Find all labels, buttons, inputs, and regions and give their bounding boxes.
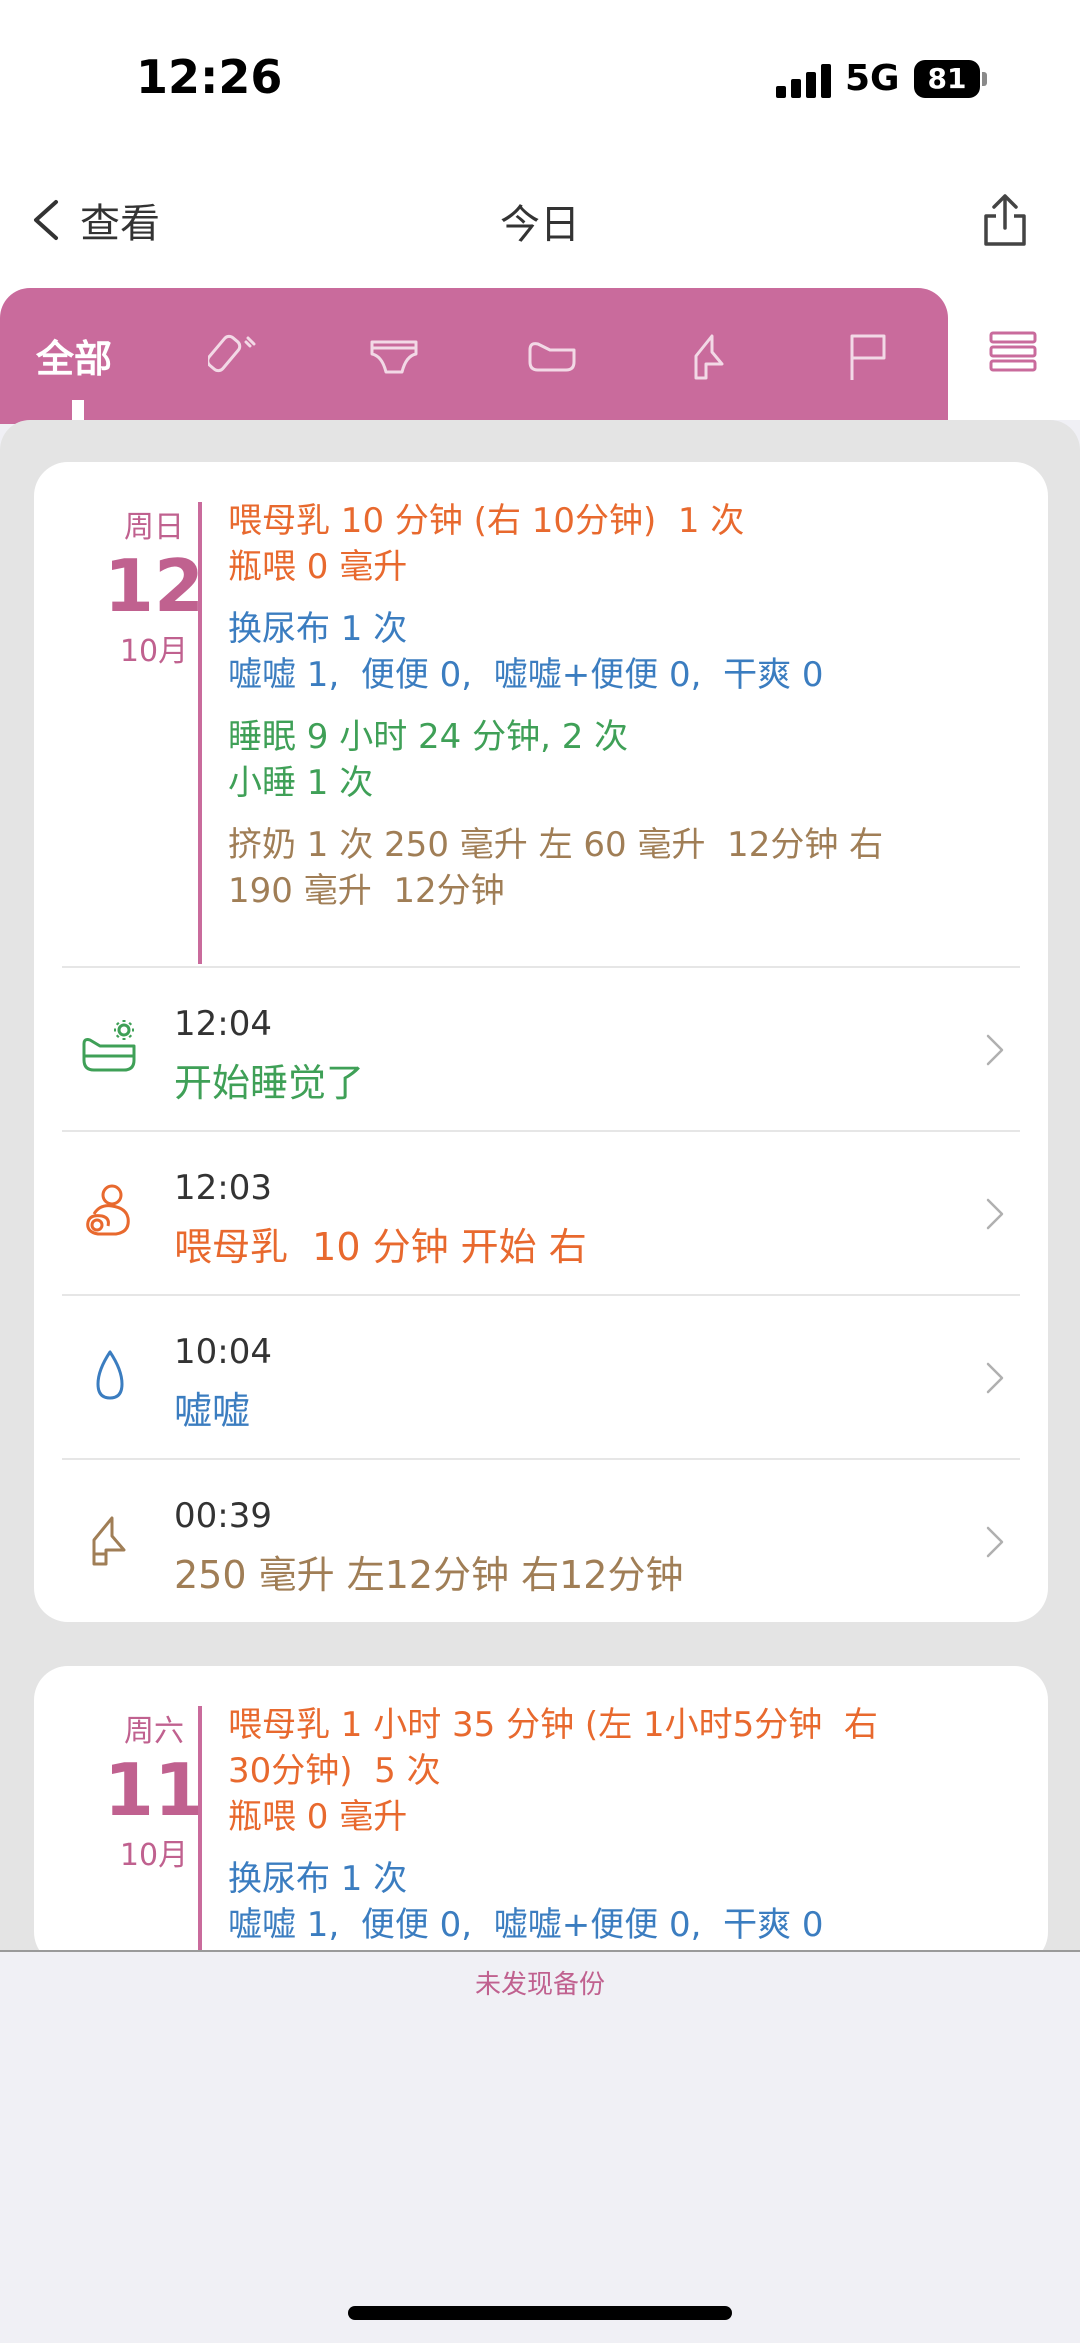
entry-time: 12:03: [174, 1168, 272, 1208]
entry-time: 12:04: [174, 1004, 272, 1044]
breast-pump-icon: [92, 1516, 126, 1566]
summary-line: 瓶喂 0 毫升: [228, 1797, 408, 1837]
entry-text: 250 毫升 左12分钟 右12分钟: [174, 1553, 684, 1597]
backup-status: 未发现备份: [474, 1970, 605, 2000]
chevron-right-icon: [986, 1362, 1004, 1394]
list-item[interactable]: 10:04 嘘嘘: [62, 1294, 1020, 1458]
summary-line: 挤奶 1 次 250 毫升 左 60 毫升 12分钟 右: [228, 825, 884, 865]
network-type: 5G: [845, 58, 900, 99]
bottle-icon[interactable]: [208, 328, 264, 384]
share-icon[interactable]: [980, 190, 1030, 250]
feeding-summary: 喂母乳 10 分钟 (右 10分钟) 1 次 瓶喂 0 毫升: [228, 498, 1008, 590]
chevron-right-icon: [986, 1198, 1004, 1230]
tab-all[interactable]: 全部: [36, 328, 112, 383]
status-time: 12:26: [136, 50, 283, 104]
day-of-week: 周六: [124, 1714, 184, 1749]
day-summary: 喂母乳 10 分钟 (右 10分钟) 1 次 瓶喂 0 毫升 换尿布 1 次 嘘…: [228, 498, 1008, 930]
sleep-summary: 睡眠 9 小时 24 分钟, 2 次 小睡 1 次: [228, 714, 1008, 806]
date-column: 周六 11 10月: [74, 1706, 234, 1874]
summary-line: 嘘嘘 1, 便便 0, 嘘嘘+便便 0, 干爽 0: [228, 655, 824, 695]
battery-icon: 81: [914, 60, 980, 98]
diaper-icon[interactable]: [366, 328, 422, 384]
entry-text: 喂母乳 10 分钟 开始 右: [174, 1225, 587, 1269]
summary-line: 30分钟) 5 次: [228, 1751, 441, 1791]
footer: 未发现备份: [0, 1950, 1080, 2343]
cellular-signal-icon: [776, 64, 832, 98]
month-label: 10月: [119, 1838, 189, 1873]
summary-line: 喂母乳 1 小时 35 分钟 (左 1小时5分钟 右: [228, 1705, 878, 1745]
category-tab-bar: 全部: [0, 288, 948, 424]
summary-line: 睡眠 9 小时 24 分钟, 2 次: [228, 717, 629, 757]
status-bar: 12:26 5G 81: [0, 0, 1080, 140]
summary-line: 嘘嘘 1, 便便 0, 嘘嘘+便便 0, 干爽 0: [228, 1905, 824, 1945]
pumping-summary: 挤奶 1 次 250 毫升 左 60 毫升 12分钟 右 190 毫升 12分钟: [228, 822, 1008, 914]
summary-line: 换尿布 1 次: [228, 609, 408, 649]
day-number: 12: [103, 544, 205, 628]
back-label: 查看: [80, 201, 160, 247]
summary-line: 喂母乳 10 分钟 (右 10分钟) 1 次: [228, 501, 745, 541]
day-card: 周日 12 10月 喂母乳 10 分钟 (右 10分钟) 1 次 瓶喂 0 毫升…: [34, 462, 1048, 1622]
list-item[interactable]: 12:04 开始睡觉了: [62, 966, 1020, 1130]
pee-drop-icon: [96, 1350, 124, 1400]
summary-line: 换尿布 1 次: [228, 1859, 408, 1899]
bassinet-icon[interactable]: [524, 328, 580, 384]
battery-tip: [982, 72, 987, 86]
sleep-start-icon: [82, 1020, 136, 1072]
menu-icon[interactable]: [988, 330, 1038, 374]
back-button[interactable]: 查看: [30, 190, 160, 250]
date-column: 周日 12 10月: [74, 502, 234, 670]
entry-text: 开始睡觉了: [174, 1061, 365, 1105]
summary-line: 小睡 1 次: [228, 763, 374, 803]
day-summary: 喂母乳 1 小时 35 分钟 (左 1小时5分钟 右 30分钟) 5 次 瓶喂 …: [228, 1702, 1008, 1950]
page-title: 今日: [500, 202, 580, 248]
entry-text: 嘘嘘: [174, 1389, 251, 1433]
breastfeeding-icon: [86, 1184, 130, 1236]
day-list[interactable]: 周日 12 10月 喂母乳 10 分钟 (右 10分钟) 1 次 瓶喂 0 毫升…: [0, 420, 1080, 1950]
chevron-left-icon: [34, 200, 58, 240]
day-card: 周六 11 10月 喂母乳 1 小时 35 分钟 (左 1小时5分钟 右 30分…: [34, 1666, 1048, 1950]
flag-icon[interactable]: [840, 328, 896, 384]
day-of-week: 周日: [124, 510, 184, 545]
breast-pump-icon[interactable]: [682, 328, 738, 384]
month-label: 10月: [119, 634, 189, 669]
chevron-right-icon: [986, 1526, 1004, 1558]
entry-time: 10:04: [174, 1332, 272, 1372]
summary-divider: [198, 1706, 202, 1950]
list-item[interactable]: 12:03 喂母乳 10 分钟 开始 右: [62, 1130, 1020, 1294]
feeding-summary: 喂母乳 1 小时 35 分钟 (左 1小时5分钟 右 30分钟) 5 次 瓶喂 …: [228, 1702, 1008, 1840]
diaper-summary: 换尿布 1 次 嘘嘘 1, 便便 0, 嘘嘘+便便 0, 干爽 0: [228, 1856, 1008, 1948]
summary-line: 瓶喂 0 毫升: [228, 547, 408, 587]
summary-line: 190 毫升 12分钟: [228, 871, 505, 911]
day-number: 11: [103, 1748, 205, 1832]
nav-bar: 今日 查看: [0, 180, 1080, 260]
chevron-right-icon: [986, 1034, 1004, 1066]
entry-time: 00:39: [174, 1496, 272, 1536]
home-indicator[interactable]: [348, 2306, 732, 2320]
list-item[interactable]: 00:39 250 毫升 左12分钟 右12分钟: [62, 1458, 1020, 1622]
summary-divider: [198, 502, 202, 964]
diaper-summary: 换尿布 1 次 嘘嘘 1, 便便 0, 嘘嘘+便便 0, 干爽 0: [228, 606, 1008, 698]
